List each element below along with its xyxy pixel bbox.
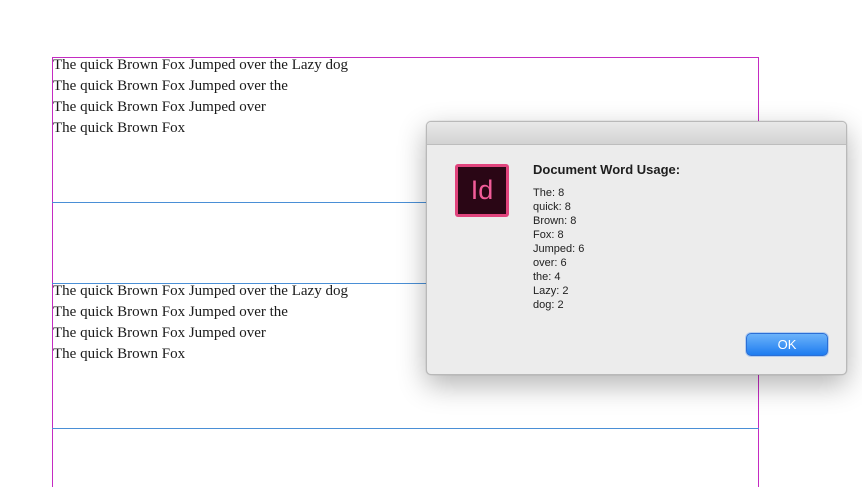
text-line: The quick Brown Fox Jumped over the Lazy… xyxy=(53,283,348,299)
text-line: The quick Brown Fox xyxy=(53,346,186,362)
word-count-item: quick: 8 xyxy=(533,201,571,213)
dialog-title: Document Word Usage: xyxy=(533,162,681,177)
text-frame-bottom-edge xyxy=(52,428,759,429)
indesign-app-icon: Id xyxy=(455,164,509,217)
text-line: The quick Brown Fox xyxy=(53,120,186,136)
text-frame-1[interactable]: The quick Brown Fox Jumped over the Lazy… xyxy=(53,55,348,139)
word-count-item: Jumped: 6 xyxy=(533,243,585,255)
word-usage-dialog: Id Document Word Usage: The: 8 quick: 8 … xyxy=(426,121,847,375)
ok-button[interactable]: OK xyxy=(746,333,828,356)
app-icon-label: Id xyxy=(458,167,506,214)
text-line: The quick Brown Fox Jumped over the xyxy=(53,78,288,94)
text-frame-2[interactable]: The quick Brown Fox Jumped over the Lazy… xyxy=(53,281,348,365)
text-line: The quick Brown Fox Jumped over xyxy=(53,99,266,115)
text-line: The quick Brown Fox Jumped over the xyxy=(53,304,288,320)
word-count-item: the: 4 xyxy=(533,271,561,283)
word-count-item: Fox: 8 xyxy=(533,229,564,241)
word-usage-list: The: 8 quick: 8 Brown: 8 Fox: 8 Jumped: … xyxy=(533,186,584,312)
text-line: The quick Brown Fox Jumped over the Lazy… xyxy=(53,57,348,73)
word-count-item: over: 6 xyxy=(533,257,567,269)
word-count-item: dog: 2 xyxy=(533,299,564,311)
word-count-item: Brown: 8 xyxy=(533,215,577,227)
document-canvas[interactable]: The quick Brown Fox Jumped over the Lazy… xyxy=(0,0,862,487)
dialog-titlebar[interactable] xyxy=(427,122,846,145)
word-count-item: The: 8 xyxy=(533,187,565,199)
word-count-item: Lazy: 2 xyxy=(533,285,569,297)
text-line: The quick Brown Fox Jumped over xyxy=(53,325,266,341)
